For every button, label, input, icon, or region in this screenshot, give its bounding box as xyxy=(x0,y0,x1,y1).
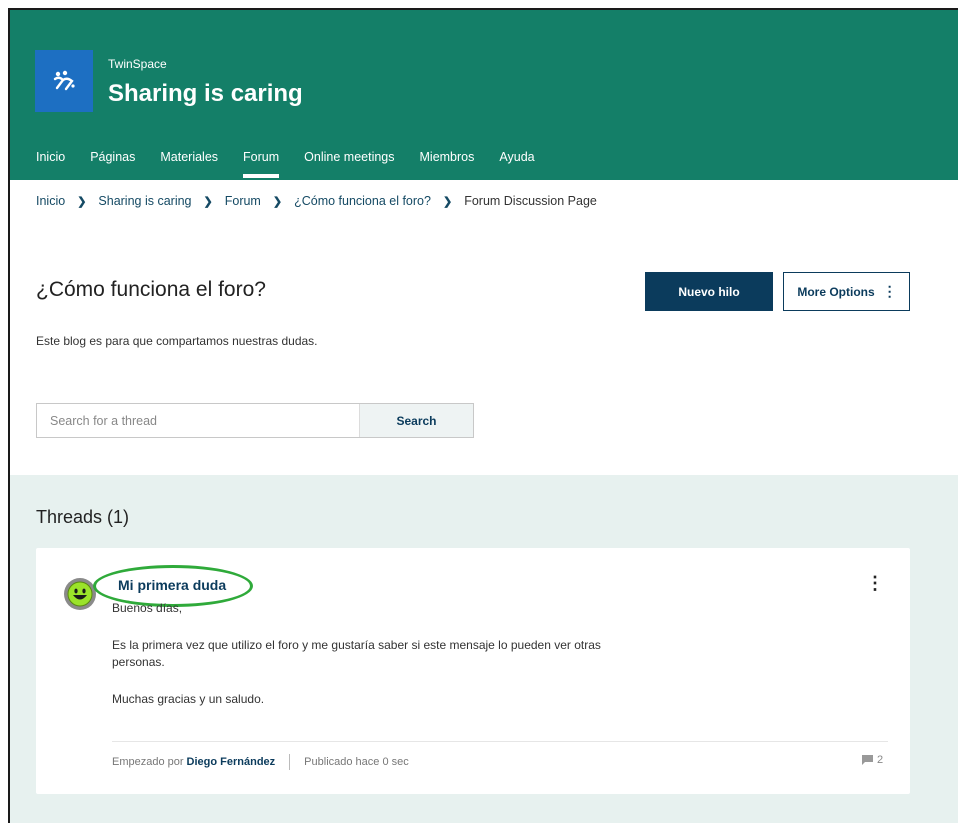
comment-icon xyxy=(862,755,873,765)
breadcrumb-forum[interactable]: Forum xyxy=(225,194,261,208)
main-nav: Inicio Páginas Materiales Forum Online m… xyxy=(36,150,560,178)
thread-body-line: Es la primera vez que utilizo el foro y … xyxy=(112,638,601,652)
reply-count-value: 2 xyxy=(877,754,884,766)
author-link[interactable]: Diego Fernández xyxy=(187,756,276,768)
site-title[interactable]: Sharing is caring xyxy=(108,80,303,108)
avatar[interactable] xyxy=(64,578,96,610)
nav-item-forum[interactable]: Forum xyxy=(243,150,280,178)
nav-item-ayuda[interactable]: Ayuda xyxy=(499,150,534,164)
nav-item-online-meetings[interactable]: Online meetings xyxy=(304,150,394,164)
kebab-menu-icon: ⋮ xyxy=(882,283,897,299)
breadcrumb-inicio[interactable]: Inicio xyxy=(36,194,65,208)
more-options-button[interactable]: More Options ⋮ xyxy=(783,272,910,311)
thread-body-line: Buenos días, xyxy=(112,601,183,615)
page-description: Este blog es para que compartamos nuestr… xyxy=(36,334,318,348)
chevron-right-icon: ❯ xyxy=(77,195,87,208)
published-time: Publicado hace 0 sec xyxy=(304,756,409,768)
search-input[interactable] xyxy=(37,404,359,437)
breadcrumb-como-funciona[interactable]: ¿Cómo funciona el foro? xyxy=(294,194,431,208)
breadcrumb-current: Forum Discussion Page xyxy=(464,194,597,208)
site-subtitle: TwinSpace xyxy=(108,57,167,71)
started-by-label: Empezado por xyxy=(112,756,184,768)
smiley-avatar-icon xyxy=(67,581,93,607)
nav-item-paginas[interactable]: Páginas xyxy=(90,150,135,164)
breadcrumb: Inicio ❯ Sharing is caring ❯ Forum ❯ ¿Có… xyxy=(36,194,597,208)
page-frame: TwinSpace Sharing is caring Inicio Págin… xyxy=(8,8,958,823)
nav-item-miembros[interactable]: Miembros xyxy=(420,150,475,164)
breadcrumb-sharing-is-caring[interactable]: Sharing is caring xyxy=(98,194,191,208)
threads-heading: Threads (1) xyxy=(36,507,130,527)
new-thread-button[interactable]: Nuevo hilo xyxy=(645,272,773,311)
thread-body-line: Muchas gracias y un saludo. xyxy=(112,692,265,706)
twinspace-logo-icon[interactable] xyxy=(35,50,93,112)
divider xyxy=(112,741,888,742)
thread-title-link[interactable]: Mi primera duda xyxy=(118,577,226,593)
thread-search: Search xyxy=(36,403,474,438)
new-thread-label: Nuevo hilo xyxy=(678,284,740,299)
thread-menu-icon[interactable]: ⋮ xyxy=(866,574,884,592)
chevron-right-icon: ❯ xyxy=(442,195,453,208)
nav-item-inicio[interactable]: Inicio xyxy=(36,150,65,164)
more-options-label: More Options xyxy=(797,284,875,299)
page-title: ¿Cómo funciona el foro? xyxy=(36,278,266,301)
nav-item-materiales[interactable]: Materiales xyxy=(160,150,218,164)
search-button[interactable]: Search xyxy=(359,404,473,437)
thread-meta: Empezado por Diego Fernández Publicado h… xyxy=(112,754,409,770)
reply-count[interactable]: 2 xyxy=(862,754,883,766)
meta-divider xyxy=(289,754,291,770)
site-header: TwinSpace Sharing is caring Inicio Págin… xyxy=(10,10,958,180)
thread-body-line: personas. xyxy=(112,655,165,669)
thread-card: Mi primera duda ⋮ Buenos días, Es la pri… xyxy=(36,548,910,794)
chevron-right-icon: ❯ xyxy=(203,195,213,208)
chevron-right-icon: ❯ xyxy=(272,195,283,208)
